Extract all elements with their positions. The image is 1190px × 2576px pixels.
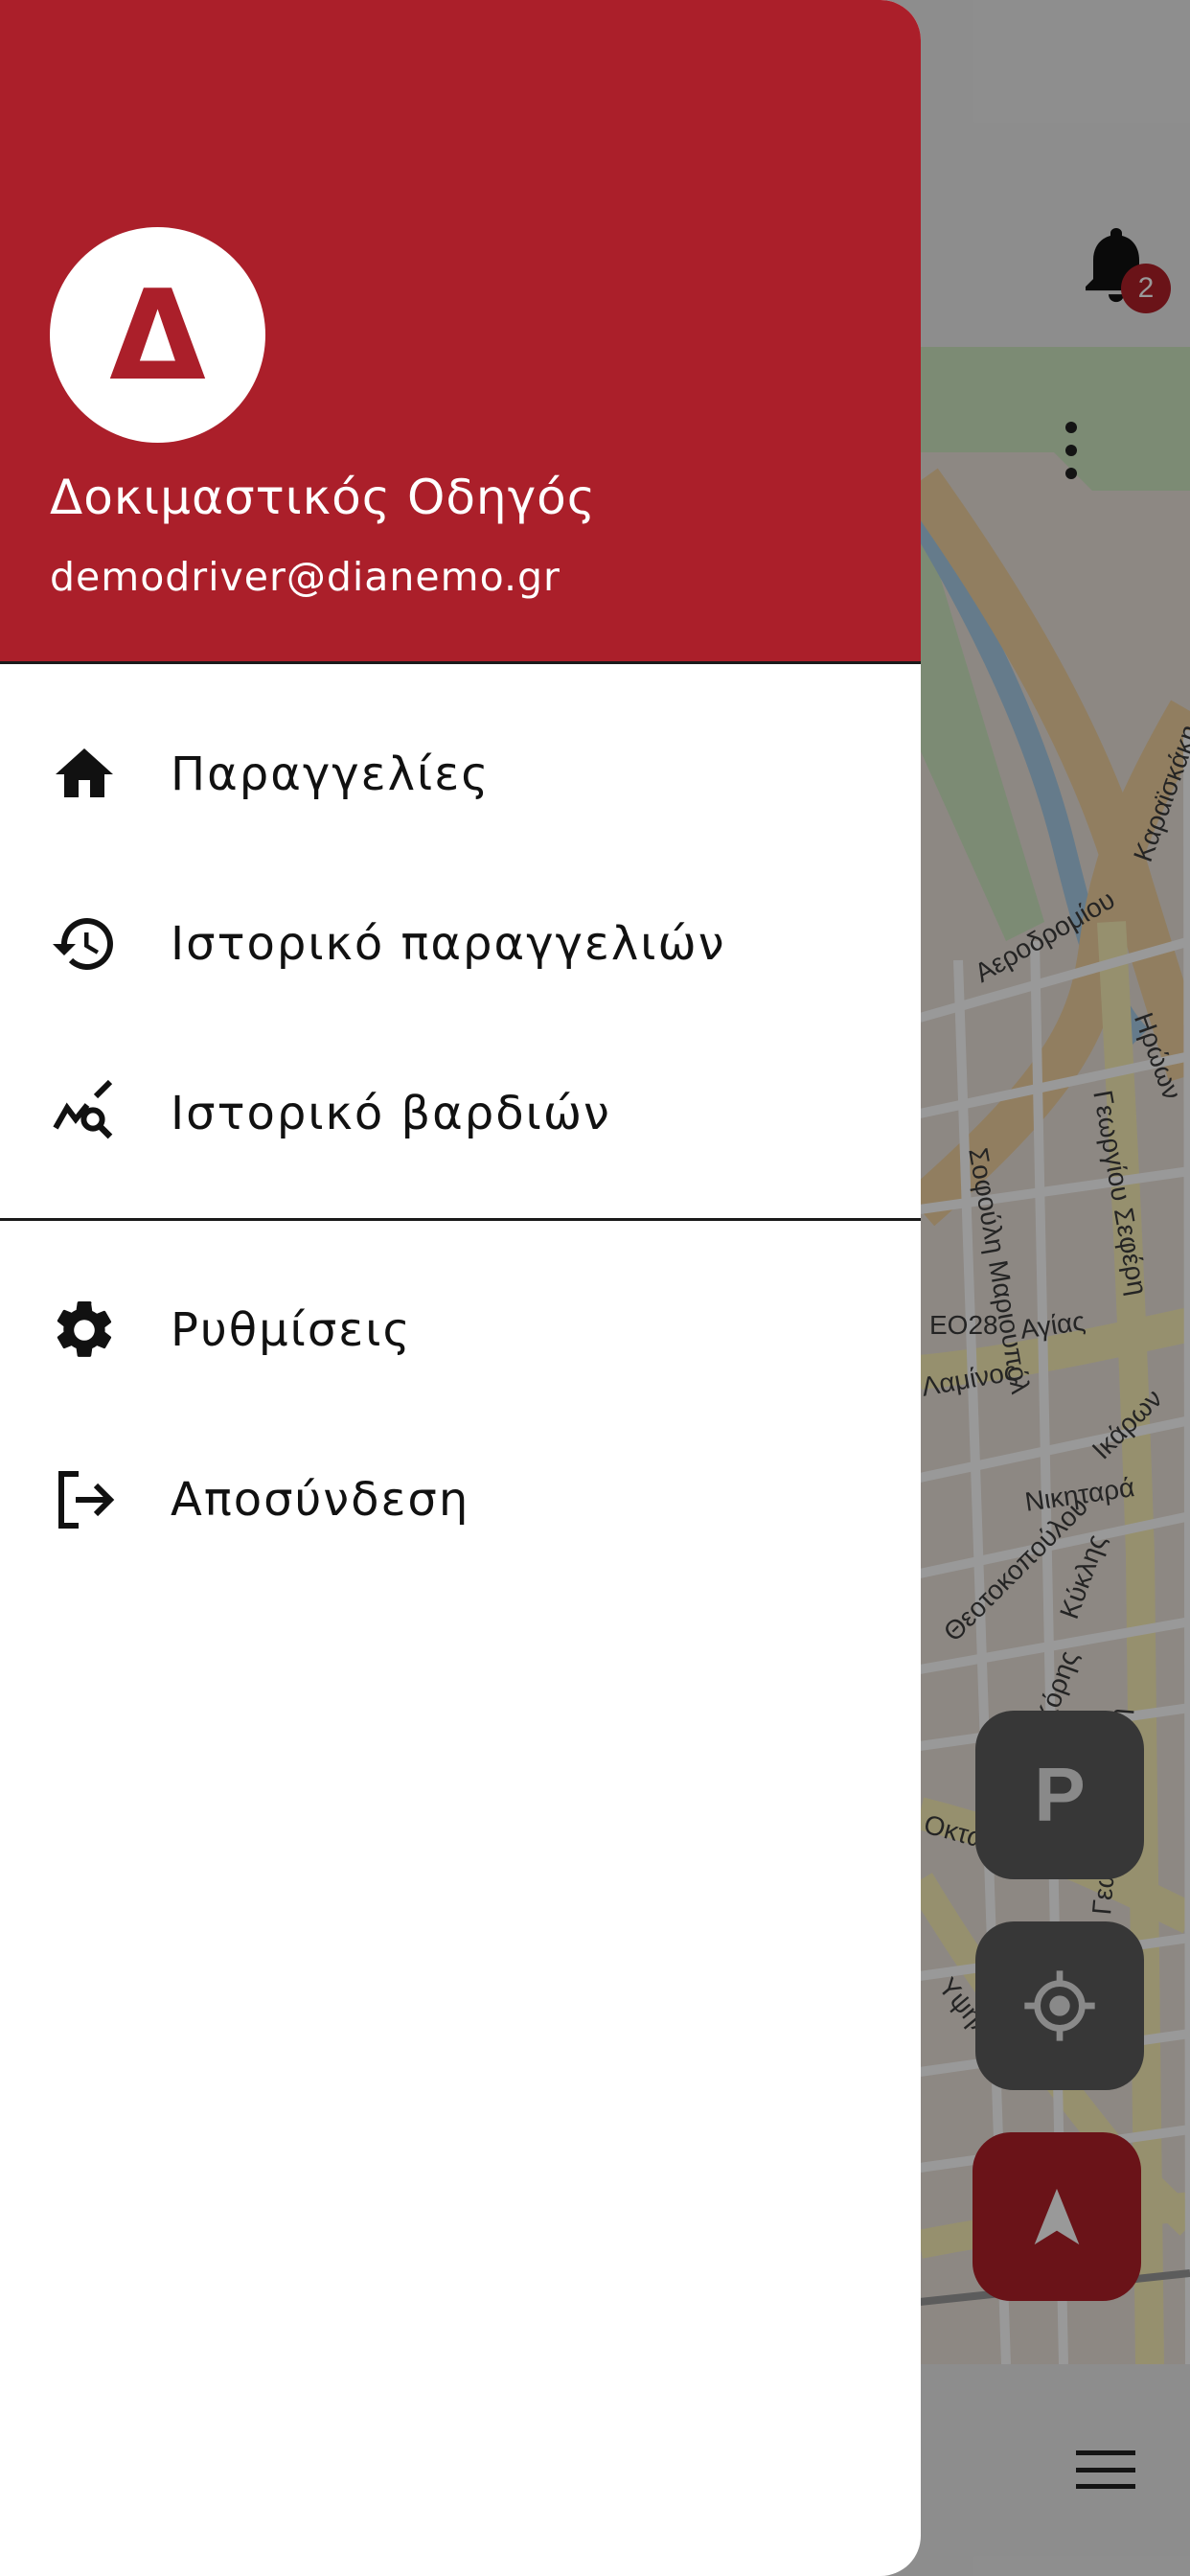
query-stats-icon (50, 1079, 119, 1148)
avatar: Δ (50, 227, 265, 443)
home-icon (50, 740, 119, 809)
menu-item-settings[interactable]: Ρυθμίσεις (0, 1258, 921, 1402)
menu-item-label: Αποσύνδεση (171, 1473, 470, 1527)
navigation-drawer: Δ Δοκιμαστικός Οδηγός demodriver@dianemo… (0, 0, 921, 2576)
menu-item-shift-history[interactable]: Ιστορικό βαρδιών (0, 1042, 921, 1185)
logout-icon (50, 1465, 119, 1534)
user-email: demodriver@dianemo.gr (50, 554, 561, 600)
menu-item-label: Ιστορικό παραγγελιών (171, 917, 726, 971)
menu-item-label: Ρυθμίσεις (171, 1303, 412, 1357)
gear-icon (50, 1296, 119, 1365)
avatar-letter: Δ (109, 262, 206, 408)
menu-divider (0, 1218, 921, 1221)
menu-item-logout[interactable]: Αποσύνδεση (0, 1428, 921, 1572)
menu-item-order-history[interactable]: Ιστορικό παραγγελιών (0, 872, 921, 1016)
menu-item-orders[interactable]: Παραγγελίες (0, 702, 921, 846)
menu-item-label: Ιστορικό βαρδιών (171, 1087, 611, 1140)
user-name: Δοκιμαστικός Οδηγός (50, 470, 597, 525)
menu-item-label: Παραγγελίες (171, 748, 491, 801)
drawer-header: Δ Δοκιμαστικός Οδηγός demodriver@dianemo… (0, 0, 921, 664)
history-icon (50, 909, 119, 978)
